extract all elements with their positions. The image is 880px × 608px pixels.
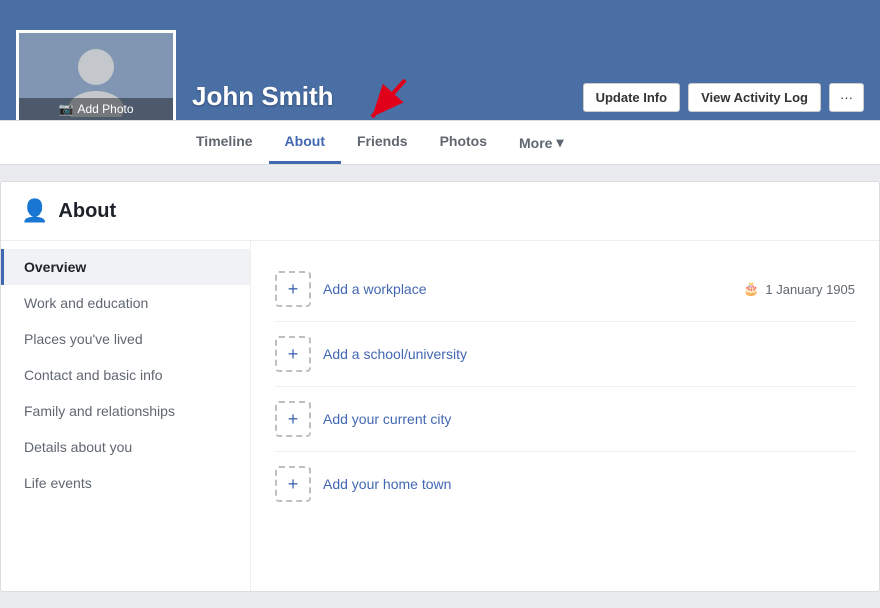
- hometown-row: + Add your home town: [275, 452, 855, 516]
- view-activity-log-button[interactable]: View Activity Log: [688, 83, 821, 112]
- add-city-link[interactable]: Add your current city: [323, 411, 451, 427]
- city-row: + Add your current city: [275, 387, 855, 452]
- tab-more[interactable]: More ▾: [503, 122, 579, 163]
- birthday-display: 🎂 1 January 1905: [743, 281, 855, 297]
- about-sidebar: Overview Work and education Places you'v…: [1, 241, 251, 591]
- add-school-link[interactable]: Add a school/university: [323, 346, 467, 362]
- about-panel: 👤 About Overview Work and education Plac…: [0, 181, 880, 592]
- person-icon: 👤: [21, 198, 48, 224]
- camera-icon: 📷: [59, 102, 74, 116]
- tab-photos[interactable]: Photos: [424, 121, 503, 164]
- add-workplace-link[interactable]: Add a workplace: [323, 281, 427, 297]
- add-hometown-button[interactable]: +: [275, 466, 311, 502]
- about-header: 👤 About: [1, 182, 879, 241]
- tab-about[interactable]: About: [269, 121, 341, 164]
- sidebar-item-details[interactable]: Details about you: [1, 429, 250, 465]
- profile-name: John Smith: [192, 81, 334, 112]
- school-row: + Add a school/university: [275, 322, 855, 387]
- about-body: Overview Work and education Places you'v…: [1, 241, 879, 591]
- chevron-down-icon: ▾: [556, 134, 563, 151]
- sidebar-item-work-education[interactable]: Work and education: [1, 285, 250, 321]
- sidebar-item-overview[interactable]: Overview: [1, 249, 250, 285]
- about-title: About: [58, 200, 116, 223]
- add-photo-button[interactable]: 📷 Add Photo: [19, 98, 173, 120]
- cake-icon: 🎂: [743, 281, 759, 297]
- about-content: + Add a workplace 🎂 1 January 1905 + Add…: [251, 241, 879, 591]
- sidebar-item-life-events[interactable]: Life events: [1, 465, 250, 501]
- navigation-tabs: Timeline About Friends Photos More ▾: [0, 120, 880, 164]
- workplace-row: + Add a workplace 🎂 1 January 1905: [275, 257, 855, 322]
- sidebar-item-places[interactable]: Places you've lived: [1, 321, 250, 357]
- add-city-button[interactable]: +: [275, 401, 311, 437]
- tab-timeline[interactable]: Timeline: [180, 121, 269, 164]
- add-hometown-link[interactable]: Add your home town: [323, 476, 451, 492]
- sidebar-item-contact[interactable]: Contact and basic info: [1, 357, 250, 393]
- avatar: 📷 Add Photo: [16, 30, 176, 120]
- nav-tabs-wrapper: Timeline About Friends Photos More ▾: [0, 120, 880, 164]
- sidebar-item-family[interactable]: Family and relationships: [1, 393, 250, 429]
- update-info-button[interactable]: Update Info: [583, 83, 681, 112]
- more-options-button[interactable]: ···: [829, 83, 864, 112]
- tab-friends[interactable]: Friends: [341, 121, 424, 164]
- add-workplace-button[interactable]: +: [275, 271, 311, 307]
- add-school-button[interactable]: +: [275, 336, 311, 372]
